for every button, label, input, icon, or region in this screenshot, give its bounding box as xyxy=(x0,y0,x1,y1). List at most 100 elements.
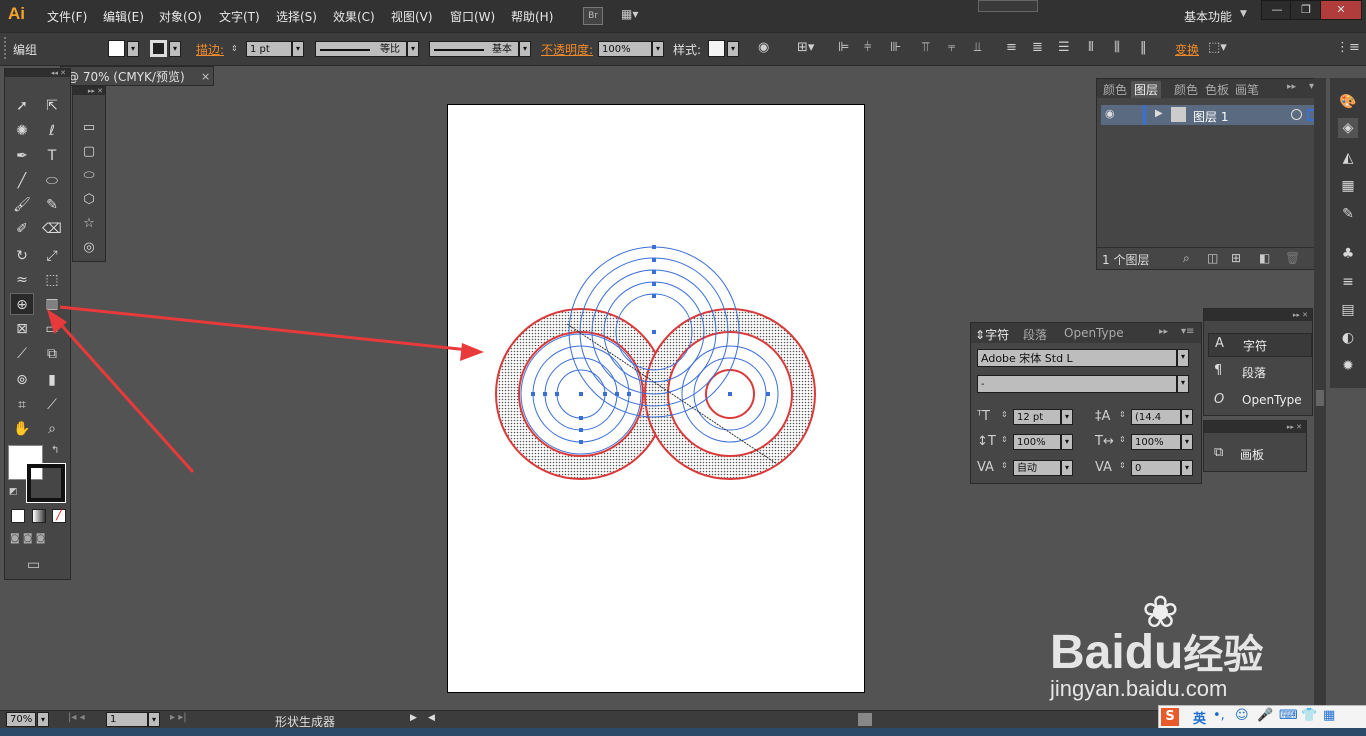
skin-icon[interactable]: 👕 xyxy=(1301,708,1317,723)
width-tool-icon[interactable]: ≈ xyxy=(10,269,34,291)
bridge-button[interactable]: Br xyxy=(583,7,603,25)
style-dropdown[interactable]: ▾ xyxy=(727,41,739,57)
tab-character[interactable]: ⇕字符 xyxy=(975,326,1009,343)
fill-dropdown[interactable]: ▾ xyxy=(127,41,139,57)
tracking-stepper[interactable]: ⇕ xyxy=(1119,461,1126,470)
stroke-color-box[interactable] xyxy=(27,464,65,502)
align-bottom-icon[interactable]: ⫫ xyxy=(974,40,981,56)
clipping-mask-icon[interactable]: ◫ xyxy=(1207,251,1218,265)
panel-menu-icon[interactable]: ⋮≡ xyxy=(1336,40,1360,56)
expand-triangle-icon[interactable]: ▶ xyxy=(1155,108,1163,119)
artboard-tool-icon[interactable]: ⌗ xyxy=(10,394,34,416)
drawing-modes-icon[interactable]: ◙ ◙ ◙ xyxy=(10,533,65,547)
rectangle-tool-icon[interactable]: ▭ xyxy=(80,119,98,137)
align-hcenter-icon[interactable]: ⫩ xyxy=(864,40,871,56)
artboard-nav-last-icon[interactable]: ▸ ▸| xyxy=(170,712,187,723)
leading-field[interactable]: (14.4 xyxy=(1131,409,1181,425)
line-tool-icon[interactable]: ╱ xyxy=(10,170,34,192)
opacity-dropdown[interactable]: ▾ xyxy=(652,41,664,57)
collapsed-panel-header[interactable]: ▸▸ ✕ xyxy=(1204,309,1312,321)
menu-select[interactable]: 选择(S) xyxy=(276,8,317,25)
arrange-documents-button[interactable]: ▦▾ xyxy=(621,7,647,23)
brush-definition[interactable]: 基本 xyxy=(429,41,519,57)
close-tab-icon[interactable]: × xyxy=(201,67,210,87)
microphone-icon[interactable]: 🎤 xyxy=(1257,708,1273,723)
profile-dropdown[interactable]: ▾ xyxy=(407,41,419,57)
locate-object-icon[interactable]: ⌕ xyxy=(1183,251,1190,266)
eyedropper-tool-icon[interactable]: ⟋ xyxy=(10,343,34,365)
stroke-label[interactable]: 描边: xyxy=(196,41,224,58)
paragraph-panel-button[interactable]: ¶ 段落 xyxy=(1208,361,1310,383)
zoom-dropdown[interactable]: ▾ xyxy=(37,712,49,727)
document-tab[interactable]: @ 70% (CMYK/预览) × xyxy=(60,66,214,86)
brushes-icon[interactable]: ✎ xyxy=(1338,204,1358,224)
color-panel-icon[interactable]: 🎨 xyxy=(1338,92,1358,112)
gradient-panel-icon[interactable]: ▤ xyxy=(1338,300,1358,320)
distribute-hcenter-icon[interactable]: ⫼ xyxy=(1114,40,1120,56)
appearance-icon[interactable]: ✹ xyxy=(1338,356,1358,376)
tab-opentype[interactable]: OpenType xyxy=(1064,326,1124,340)
character-panel-button[interactable]: A 字符 xyxy=(1208,333,1312,357)
default-colors-icon[interactable]: ◩ xyxy=(9,487,18,497)
blob-brush-tool-icon[interactable]: ✐ xyxy=(10,218,34,240)
opentype-panel-button[interactable]: O OpenType xyxy=(1208,390,1310,412)
opacity-label[interactable]: 不透明度: xyxy=(541,41,593,58)
horizontal-scroll-thumb[interactable] xyxy=(858,713,872,726)
polygon-tool-icon[interactable]: ⬡ xyxy=(80,191,98,209)
status-menu-icon[interactable]: ▶ xyxy=(410,713,417,723)
artboards-panel-button[interactable]: ⧉ 画板 xyxy=(1208,443,1304,465)
new-sublayer-icon[interactable]: ⊞ xyxy=(1231,251,1241,265)
swap-colors-icon[interactable]: ↰ xyxy=(51,445,59,456)
emoji-icon[interactable]: ☺ xyxy=(1235,708,1249,723)
ime-language[interactable]: 英 xyxy=(1193,708,1206,727)
vertical-scale-stepper[interactable]: ⇕ xyxy=(1001,435,1008,444)
variable-width-profile[interactable]: 等比 xyxy=(315,41,407,57)
align-left-icon[interactable]: ⊫ xyxy=(838,40,849,56)
font-size-stepper[interactable]: ⇕ xyxy=(1001,410,1008,419)
font-family-dropdown[interactable]: ▾ xyxy=(1177,349,1189,367)
font-style-field[interactable]: - xyxy=(977,375,1177,393)
distribute-bottom-icon[interactable]: ☰ xyxy=(1058,40,1070,56)
panel-menu-icon[interactable]: ▾≡ xyxy=(1181,326,1194,337)
artboard-dropdown[interactable]: ▾ xyxy=(148,712,160,727)
magic-wand-tool-icon[interactable]: ✺ xyxy=(10,120,34,142)
menu-help[interactable]: 帮助(H) xyxy=(511,8,553,25)
panel-collapse-icon[interactable]: ▸▸ xyxy=(1159,327,1168,337)
panel-scrollbar[interactable] xyxy=(1314,78,1326,708)
menu-type[interactable]: 文字(T) xyxy=(219,8,260,25)
type-tool-icon[interactable]: T xyxy=(40,145,64,167)
font-family-field[interactable]: Adobe 宋体 Std L xyxy=(977,349,1177,367)
symbol-sprayer-tool-icon[interactable]: ⊚ xyxy=(10,369,34,391)
zoom-tool-icon[interactable]: ⌕ xyxy=(40,418,64,440)
vertical-scale-field[interactable]: 100% xyxy=(1013,434,1061,450)
scroll-left-icon[interactable]: ◀ xyxy=(428,713,435,723)
shape-builder-tool-icon[interactable]: ⊕ xyxy=(10,293,34,315)
gradient-tool-icon[interactable]: ▭ xyxy=(40,318,64,340)
target-circle-icon[interactable] xyxy=(1291,109,1302,120)
tab-paragraph[interactable]: 段落 xyxy=(1023,326,1047,343)
tracking-field[interactable]: 0 xyxy=(1131,460,1181,476)
minimize-button[interactable]: — xyxy=(1261,0,1293,20)
menu-edit[interactable]: 编辑(E) xyxy=(103,8,144,25)
horizontal-scale-stepper[interactable]: ⇕ xyxy=(1119,435,1126,444)
stroke-panel-icon[interactable]: ≡ xyxy=(1338,272,1358,292)
distribute-top-icon[interactable]: ≡ xyxy=(1006,40,1017,56)
perspective-grid-tool-icon[interactable]: ▥ xyxy=(40,293,64,315)
isolate-icon[interactable]: ⬚▾ xyxy=(1208,40,1227,56)
kerning-stepper[interactable]: ⇕ xyxy=(1001,461,1008,470)
align-top-icon[interactable]: ⫪ xyxy=(922,40,929,56)
trash-icon[interactable]: 🗑 xyxy=(1285,251,1300,265)
slice-tool-icon[interactable]: ⟋ xyxy=(40,394,64,416)
flyout-header[interactable]: ▸▸ ✕ xyxy=(73,87,105,95)
font-size-dropdown[interactable]: ▾ xyxy=(1061,409,1073,425)
scrollbar-thumb[interactable] xyxy=(1316,390,1324,406)
screen-mode-icon[interactable]: ▭ xyxy=(27,557,40,573)
horizontal-scale-field[interactable]: 100% xyxy=(1131,434,1181,450)
blend-tool-icon[interactable]: ⧉ xyxy=(40,343,64,365)
stroke-swatch[interactable] xyxy=(150,40,167,57)
align-right-icon[interactable]: ⊪ xyxy=(890,40,901,56)
free-transform-tool-icon[interactable]: ⬚ xyxy=(40,269,64,291)
panel-collapse-icon[interactable]: ▸▸ xyxy=(1287,82,1296,92)
transform-label[interactable]: 变换 xyxy=(1175,41,1199,58)
mesh-tool-icon[interactable]: ⊠ xyxy=(10,318,34,340)
